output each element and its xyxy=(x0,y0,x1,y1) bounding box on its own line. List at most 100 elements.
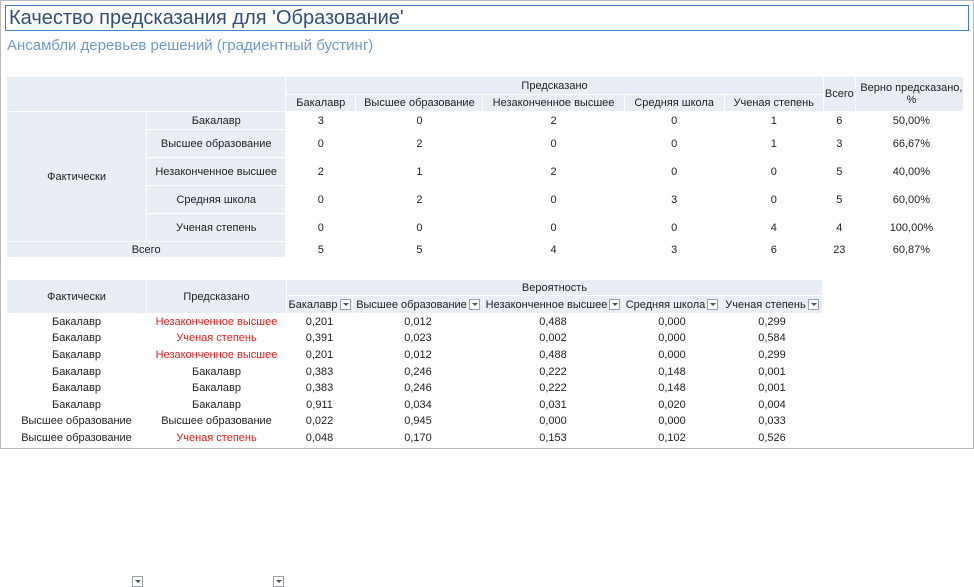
probability-cell: 0,000 xyxy=(622,329,722,348)
matrix-cell: 4 xyxy=(723,213,824,242)
probability-cell: 0,201 xyxy=(286,313,353,331)
matrix-cell: 0 xyxy=(355,111,484,130)
matrix-cell: 2 xyxy=(482,111,625,130)
row-total-cell: 3 xyxy=(822,129,856,158)
actual-cell: Бакалавр xyxy=(6,395,147,414)
predicted-class-header: Средняя школа xyxy=(623,94,725,112)
actual-cell: Бакалавр xyxy=(6,313,147,331)
row-accuracy-cell: 66,67% xyxy=(854,129,969,158)
matrix-row: Ученая степень 0 0 0 0 4 4 100,00% xyxy=(7,213,969,242)
row-accuracy-cell: 100,00% xyxy=(854,213,969,242)
row-accuracy-cell: 60,00% xyxy=(854,185,969,214)
actual-class-label: Средняя школа xyxy=(146,185,287,214)
matrix-cell: 0 xyxy=(623,213,725,242)
matrix-cell: 0 xyxy=(723,185,824,214)
confusion-matrix-table: Предсказано Всего Верно предсказано, % Б… xyxy=(5,76,969,258)
matrix-cell: 0 xyxy=(285,129,357,158)
probability-cell: 0,299 xyxy=(721,313,823,331)
probability-class-label: Высшее образование xyxy=(356,298,467,311)
column-total-cell: 4 xyxy=(482,241,625,258)
overall-accuracy-cell: 60,87% xyxy=(854,241,969,258)
predicted-cell: Бакалавр xyxy=(146,362,287,381)
matrix-row: Незаконченное высшее 2 1 2 0 0 5 40,00% xyxy=(7,157,969,186)
matrix-cell: 2 xyxy=(285,157,357,186)
probability-class-header: Высшее образование xyxy=(352,295,484,314)
probability-cell: 0,048 xyxy=(286,429,353,447)
filter-dropdown-icon[interactable] xyxy=(807,299,819,311)
matrix-corner-cell xyxy=(5,76,287,112)
report-panel: Качество предсказания для 'Образование' … xyxy=(0,0,974,587)
row-accuracy-cell: 40,00% xyxy=(854,157,969,186)
predicted-cell: Бакалавр xyxy=(146,379,287,397)
probability-cell: 0,222 xyxy=(483,362,623,381)
predicted-class-header: Бакалавр xyxy=(285,94,357,112)
probability-cell: 0,222 xyxy=(483,379,623,397)
matrix-cell: 3 xyxy=(623,185,725,214)
report-title[interactable]: Качество предсказания для 'Образование' xyxy=(5,5,969,31)
matrix-cell: 1 xyxy=(723,129,824,158)
actual-cell: Бакалавр xyxy=(6,346,147,364)
probability-cell: 0,033 xyxy=(721,412,823,431)
column-total-cell: 5 xyxy=(285,241,357,258)
totals-label: Всего xyxy=(5,241,287,258)
matrix-cell: 0 xyxy=(723,157,824,186)
probability-cell: 0,584 xyxy=(721,329,823,348)
filter-dropdown-icon[interactable] xyxy=(272,575,284,587)
total-header: Всего xyxy=(822,76,856,112)
probability-cell: 0,488 xyxy=(483,313,623,331)
matrix-cell: 0 xyxy=(285,185,357,214)
filter-dropdown-icon[interactable] xyxy=(468,299,480,311)
row-total-cell: 5 xyxy=(822,185,856,214)
actual-class-label: Ученая степень xyxy=(146,213,287,242)
col-header-predicted-label: Предсказано xyxy=(183,290,250,303)
column-total-cell: 3 xyxy=(623,241,725,258)
report-subtitle: Ансамбли деревьев решений (градиентный б… xyxy=(7,37,374,54)
row-total-cell: 6 xyxy=(822,111,856,130)
table-row: Высшее образование Ученая степень 0,048 0,1… xyxy=(6,429,823,447)
filter-dropdown-icon[interactable] xyxy=(707,299,719,311)
probability-cell: 0,000 xyxy=(622,412,722,431)
probability-cell: 0,526 xyxy=(721,429,823,447)
predicted-header: Предсказано xyxy=(285,76,824,95)
probability-cell: 0,012 xyxy=(352,313,484,331)
matrix-cell: 0 xyxy=(623,157,725,186)
probability-cell: 0,383 xyxy=(286,362,353,381)
probability-class-header: Средняя школа xyxy=(622,295,722,314)
matrix-row: Высшее образование 0 2 0 0 1 3 66,67% xyxy=(7,129,969,158)
probability-cell: 0,000 xyxy=(622,313,722,331)
probability-cell: 0,148 xyxy=(622,379,722,397)
filter-dropdown-icon[interactable] xyxy=(131,575,143,587)
probability-cell: 0,002 xyxy=(483,329,623,348)
predicted-cell: Высшее образование xyxy=(146,412,287,431)
actual-header: Фактически xyxy=(5,111,148,242)
actual-cell: Бакалавр xyxy=(6,379,147,397)
actual-cell: Высшее образование xyxy=(6,412,147,431)
actual-cell: Бакалавр xyxy=(6,362,147,381)
col-header-actual: Фактически xyxy=(6,279,147,587)
probability-cell: 0,299 xyxy=(721,346,823,364)
filter-dropdown-icon[interactable] xyxy=(339,299,351,311)
table-row: Бакалавр Незаконченное высшее 0,201 0,012 0,… xyxy=(6,313,823,331)
predicted-class-header: Высшее образование xyxy=(355,94,484,112)
col-header-actual-label: Фактически xyxy=(47,290,106,303)
probability-class-header: Ученая степень xyxy=(721,295,823,314)
probability-cell: 0,201 xyxy=(286,346,353,364)
row-total-cell: 4 xyxy=(822,213,856,242)
probability-cell: 0,004 xyxy=(721,395,823,414)
probability-cell: 0,246 xyxy=(352,362,484,381)
predicted-class-header: Незаконченное высшее xyxy=(482,94,625,112)
matrix-cell: 0 xyxy=(482,213,625,242)
probability-cell: 0,170 xyxy=(352,429,484,447)
probability-cell: 0,001 xyxy=(721,362,823,381)
table-row: Бакалавр Бакалавр 0,383 0,246 0,222 0,148 0,00… xyxy=(6,379,823,397)
matrix-cell: 0 xyxy=(285,213,357,242)
matrix-cell: 0 xyxy=(623,129,725,158)
row-total-cell: 5 xyxy=(822,157,856,186)
filter-dropdown-icon[interactable] xyxy=(609,299,621,311)
probability-cell: 0,012 xyxy=(352,346,484,364)
vertical-scrollbar[interactable] xyxy=(963,33,972,445)
probability-cell: 0,246 xyxy=(352,379,484,397)
matrix-row: Фактически Бакалавр 3 0 2 0 1 6 50,00% xyxy=(5,111,969,242)
actual-cell: Бакалавр xyxy=(6,329,147,348)
probability-cell: 0,001 xyxy=(721,379,823,397)
